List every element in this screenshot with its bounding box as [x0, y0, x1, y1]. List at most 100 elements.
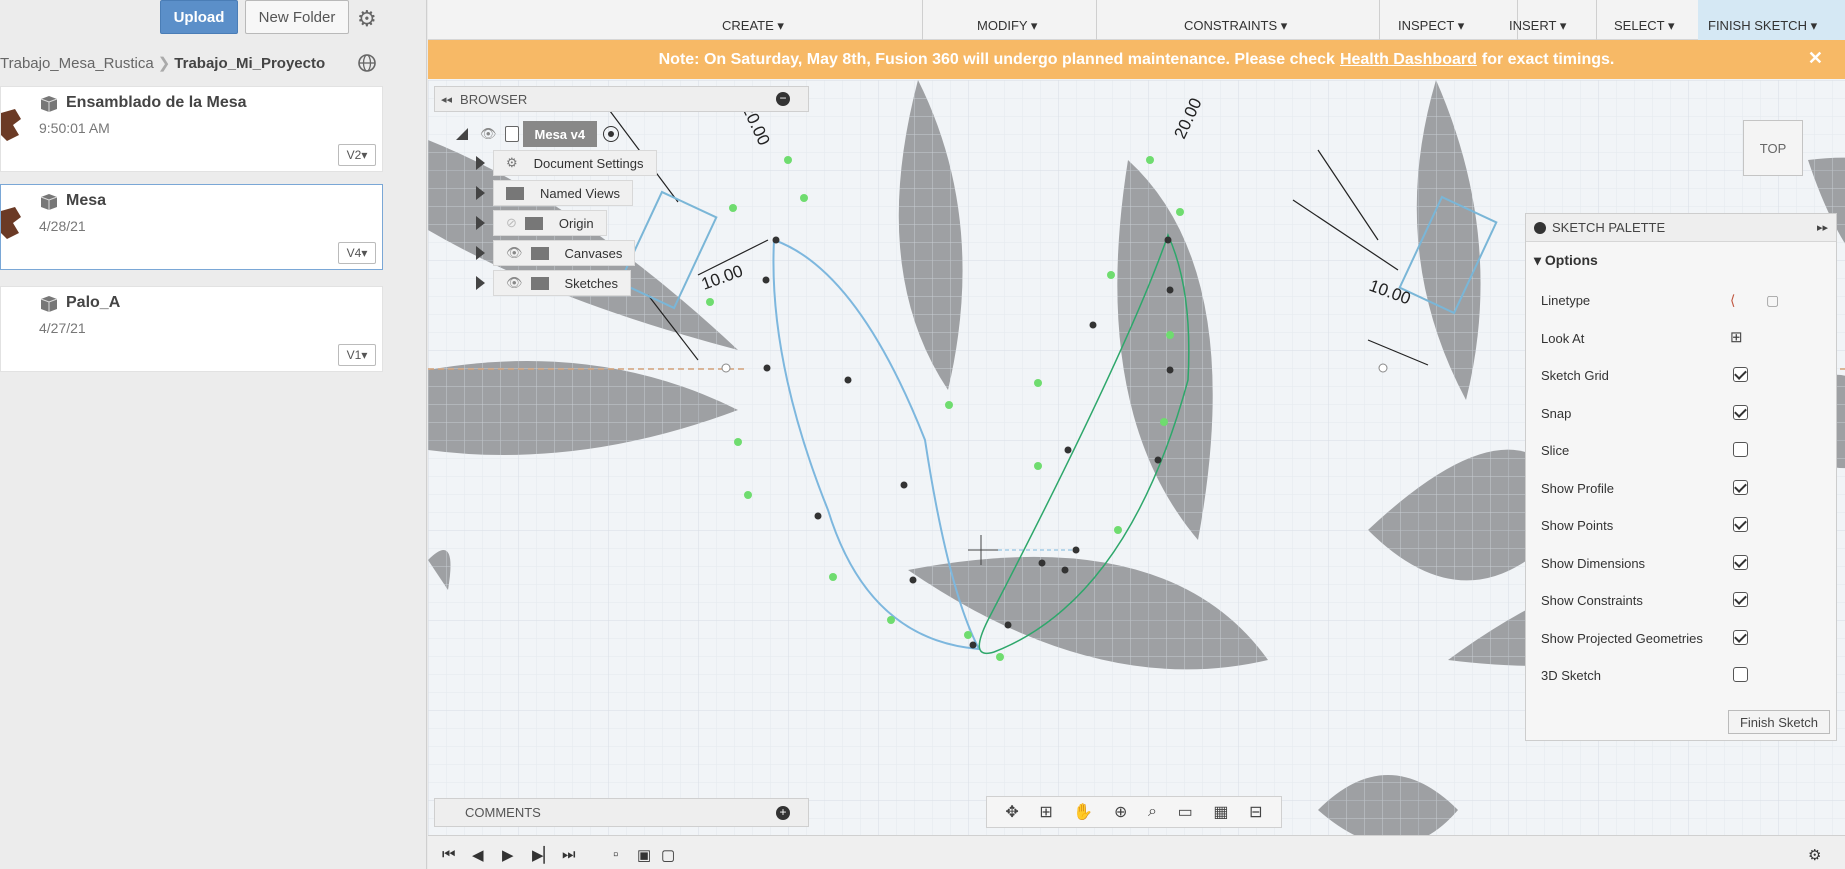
timeline-end-icon[interactable]: ⏭ — [562, 846, 576, 863]
maintenance-banner: Note: On Saturday, May 8th, Fusion 360 w… — [428, 40, 1845, 79]
expand-triangle-icon[interactable] — [476, 246, 485, 260]
expand-triangle-icon[interactable] — [476, 186, 485, 200]
gear-icon: ⚙ — [506, 155, 518, 170]
version-dropdown[interactable]: V2▾ — [338, 144, 376, 166]
browser-item-named-views[interactable]: Named Views — [476, 180, 633, 206]
finish-sketch-button[interactable]: Finish Sketch — [1728, 710, 1830, 734]
expand-icon[interactable]: ▸▸ — [1817, 221, 1828, 234]
create-menu[interactable]: CREATE ▾ — [722, 18, 784, 34]
look-at-icon[interactable]: ⊞ — [1730, 328, 1743, 346]
palette-header[interactable]: SKETCH PALETTE ▸▸ — [1526, 214, 1836, 242]
select-menu[interactable]: SELECT ▾ — [1614, 18, 1674, 34]
minus-circle-icon[interactable]: − — [776, 92, 790, 106]
snap-checkbox[interactable] — [1733, 405, 1748, 420]
timeline-feature-icon[interactable]: ▢ — [661, 846, 675, 864]
browser-item-box[interactable]: 👁 Canvases — [493, 240, 636, 266]
eye-hidden-icon[interactable]: ⊘ — [506, 215, 517, 231]
orbit-icon[interactable]: ✥ — [1005, 802, 1018, 822]
browser-item-canvases[interactable]: 👁 Canvases — [476, 240, 636, 266]
palette-row-label: Snap — [1541, 406, 1572, 421]
fusion-window: Upload New Folder ⚙ Trabajo_Mesa_Rustica… — [0, 0, 1845, 869]
upload-button[interactable]: Upload — [160, 0, 238, 34]
options-label: Options — [1544, 252, 1598, 268]
show-points-checkbox[interactable] — [1733, 517, 1748, 532]
globe-icon[interactable] — [357, 53, 377, 73]
3d-sketch-checkbox[interactable] — [1733, 667, 1748, 682]
file-date: 4/27/21 — [39, 320, 86, 336]
eye-icon[interactable]: 👁 — [506, 245, 523, 261]
minus-circle-icon[interactable] — [1534, 221, 1546, 234]
slice-checkbox[interactable] — [1733, 442, 1748, 457]
file-card[interactable]: Ensamblado de la Mesa 9:50:01 AM V2▾ — [0, 86, 383, 172]
pan-icon[interactable]: ✋ — [1073, 802, 1093, 822]
eye-icon[interactable]: 👁 — [506, 275, 523, 291]
activate-radio-icon[interactable] — [603, 126, 620, 142]
collapse-icon[interactable]: ◂◂ — [441, 93, 452, 106]
timeline-feature-icon[interactable]: ▣ — [637, 846, 651, 864]
collapse-triangle-icon[interactable] — [456, 128, 468, 140]
finish-sketch-menu[interactable]: FINISH SKETCH ▾ — [1708, 18, 1817, 34]
constraints-menu[interactable]: CONSTRAINTS ▾ — [1184, 18, 1287, 34]
browser-item-box[interactable]: ⊘ Origin — [493, 210, 607, 236]
inspect-menu[interactable]: INSPECT ▾ — [1398, 18, 1464, 34]
chevron-right-icon: ❯ — [157, 55, 171, 72]
fit-icon[interactable]: ⌕ — [1148, 803, 1157, 821]
show-dimensions-checkbox[interactable] — [1733, 555, 1748, 570]
browser-item-document-settings[interactable]: ⚙ Document Settings — [476, 150, 657, 176]
timeline-feature-icon[interactable]: ▫ — [613, 846, 618, 863]
timeline-next-icon[interactable]: ▶▏ — [532, 846, 555, 864]
browser-item-box[interactable]: 👁 Sketches — [493, 270, 631, 296]
new-folder-button[interactable]: New Folder — [245, 0, 349, 34]
timeline-play-icon[interactable]: ▶ — [502, 846, 514, 864]
palette-row-label: Sketch Grid — [1541, 368, 1609, 383]
browser-root[interactable]: 👁 Mesa v4 — [456, 121, 620, 147]
grid-settings-icon[interactable]: ▦ — [1213, 802, 1228, 822]
breadcrumb-parent[interactable]: Trabajo_Mesa_Rustica — [0, 55, 154, 72]
display-settings-icon[interactable]: ▭ — [1178, 802, 1193, 822]
version-dropdown[interactable]: V1▾ — [338, 344, 376, 366]
zoom-icon[interactable]: ⊕ — [1114, 802, 1127, 822]
browser-item-label: Origin — [558, 215, 594, 231]
timeline-start-icon[interactable]: ⏮ — [442, 846, 456, 863]
show-constraints-checkbox[interactable] — [1733, 592, 1748, 607]
palette-row-label: Show Constraints — [1541, 593, 1643, 608]
file-card[interactable]: Mesa 4/28/21 V4▾ — [0, 184, 383, 270]
version-dropdown[interactable]: V4▾ — [338, 242, 376, 264]
linetype-icon[interactable]: ⟨ — [1730, 292, 1735, 309]
browser-header[interactable]: ◂◂ BROWSER − — [434, 86, 809, 112]
gear-icon[interactable]: ⚙ — [357, 6, 377, 32]
construction-icon[interactable]: ▢ — [1766, 292, 1779, 309]
folder-icon — [524, 216, 543, 230]
expand-triangle-icon[interactable] — [476, 156, 485, 170]
options-section[interactable]: ▾ Options — [1526, 242, 1836, 280]
browser-item-origin[interactable]: ⊘ Origin — [476, 210, 607, 236]
browser-item-sketches[interactable]: 👁 Sketches — [476, 270, 631, 296]
comments-panel[interactable]: COMMENTS + — [434, 798, 809, 827]
component-icon — [504, 126, 519, 142]
view-cube[interactable]: TOP — [1743, 120, 1803, 176]
viewports-icon[interactable]: ⊟ — [1249, 802, 1262, 822]
close-icon[interactable]: ✕ — [1808, 48, 1823, 69]
sketch-grid-checkbox[interactable] — [1733, 367, 1748, 382]
expand-triangle-icon[interactable] — [476, 216, 485, 230]
gear-icon[interactable]: ⚙ — [1808, 846, 1821, 864]
file-card[interactable]: Palo_A 4/27/21 V1▾ — [0, 286, 383, 372]
look-at-icon[interactable]: ⊞ — [1039, 802, 1052, 822]
eye-icon[interactable]: 👁 — [480, 126, 497, 142]
expand-triangle-icon[interactable] — [476, 276, 485, 290]
file-name: Palo_A — [66, 294, 121, 311]
browser-item-box[interactable]: ⚙ Document Settings — [493, 150, 657, 176]
show-projected-geometries-checkbox[interactable] — [1733, 630, 1748, 645]
timeline-prev-icon[interactable]: ◀ — [472, 846, 484, 864]
show-profile-checkbox[interactable] — [1733, 480, 1748, 495]
modify-menu[interactable]: MODIFY ▾ — [977, 18, 1037, 34]
file-name: Ensamblado de la Mesa — [66, 94, 247, 111]
plus-circle-icon[interactable]: + — [776, 806, 790, 820]
browser-item-box[interactable]: Named Views — [493, 180, 633, 206]
sketch-palette: SKETCH PALETTE ▸▸ ▾ Options Linetype ⟨ ▢… — [1525, 213, 1837, 741]
folder-icon — [530, 276, 549, 290]
health-dashboard-link[interactable]: Health Dashboard — [1340, 51, 1477, 69]
design-cube-icon — [40, 96, 58, 112]
browser-root-label[interactable]: Mesa v4 — [522, 121, 598, 147]
insert-menu[interactable]: INSERT ▾ — [1509, 18, 1566, 34]
